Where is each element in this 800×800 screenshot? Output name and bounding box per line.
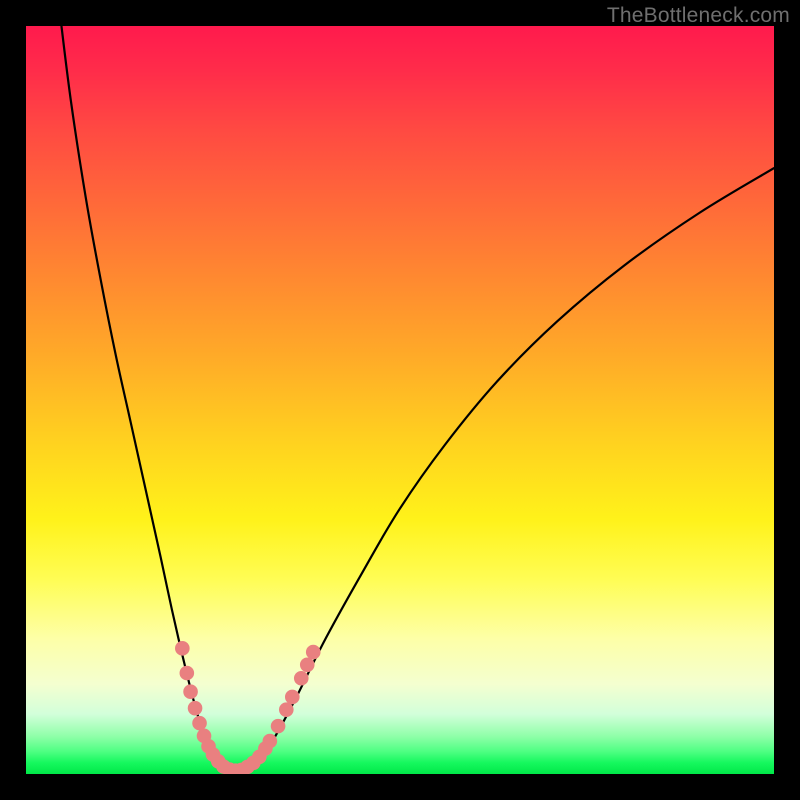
data-marker — [279, 702, 294, 717]
data-marker — [183, 684, 198, 699]
data-marker — [175, 641, 190, 656]
data-marker — [192, 716, 207, 731]
data-marker — [188, 701, 203, 716]
chart-frame: TheBottleneck.com — [0, 0, 800, 800]
data-marker — [306, 645, 321, 660]
data-marker — [300, 657, 315, 672]
data-marker — [271, 719, 286, 734]
data-marker — [285, 690, 300, 705]
data-marker — [294, 671, 309, 686]
data-marker — [180, 666, 195, 681]
plot-area — [26, 26, 774, 774]
data-marker — [263, 734, 278, 749]
curve-path — [60, 26, 774, 771]
bottleneck-curve — [26, 26, 774, 774]
watermark-text: TheBottleneck.com — [607, 4, 790, 28]
